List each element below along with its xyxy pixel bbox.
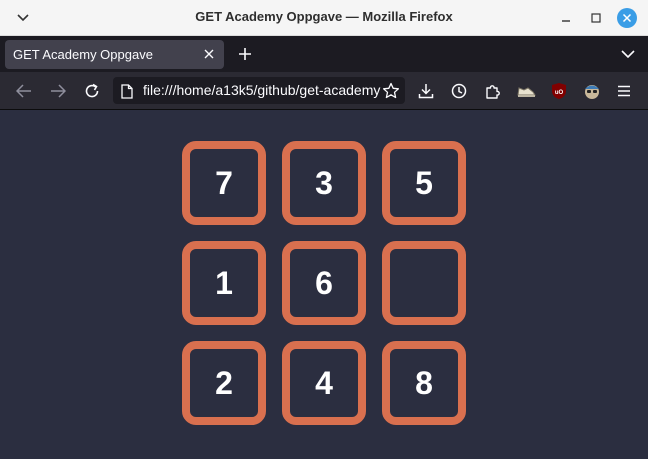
tab-get-academy-oppgave[interactable]: GET Academy Oppgave: [5, 40, 224, 69]
bookmark-star-icon[interactable]: [381, 81, 401, 101]
puzzle-tile[interactable]: 7: [182, 141, 266, 225]
tab-title: GET Academy Oppgave: [13, 47, 153, 62]
downloads-icon[interactable]: [416, 81, 436, 101]
back-arrow-icon[interactable]: [14, 81, 34, 101]
puzzle-tile-empty[interactable]: [382, 241, 466, 325]
tab-bar: GET Academy Oppgave: [0, 36, 648, 72]
ublock-origin-icon[interactable]: uO: [549, 81, 569, 101]
page-icon: [120, 83, 134, 99]
puzzle-tile[interactable]: 8: [382, 341, 466, 425]
hamburger-menu-icon[interactable]: [614, 81, 634, 101]
history-clock-icon[interactable]: [449, 81, 469, 101]
minimize-button[interactable]: [556, 8, 576, 28]
puzzle-tile[interactable]: 4: [282, 341, 366, 425]
maximize-button[interactable]: [586, 8, 606, 28]
extensions-puzzle-icon[interactable]: [483, 81, 503, 101]
sneaker-extension-icon[interactable]: [516, 81, 536, 101]
new-tab-plus-icon[interactable]: [235, 44, 255, 64]
puzzle-tile[interactable]: 1: [182, 241, 266, 325]
url-bar[interactable]: file:///home/a13k5/github/get-academy-op…: [113, 77, 405, 104]
puzzle-tile[interactable]: 5: [382, 141, 466, 225]
puzzle-tile[interactable]: 6: [282, 241, 366, 325]
forward-arrow-icon[interactable]: [48, 81, 68, 101]
tab-close-icon[interactable]: [202, 47, 216, 61]
page-content: 7 3 5 1 6 2 4 8: [0, 110, 648, 459]
puzzle-tile[interactable]: 2: [182, 341, 266, 425]
url-text[interactable]: file:///home/a13k5/github/get-academy-op…: [143, 82, 381, 98]
puzzle-grid: 7 3 5 1 6 2 4 8: [182, 141, 466, 425]
navigation-toolbar: file:///home/a13k5/github/get-academy-op…: [0, 72, 648, 110]
close-window-button[interactable]: [617, 8, 637, 28]
window-titlebar: GET Academy Oppgave — Mozilla Firefox: [0, 0, 648, 36]
puzzle-tile[interactable]: 3: [282, 141, 366, 225]
profile-avatar-icon[interactable]: [582, 81, 602, 101]
svg-text:uO: uO: [555, 90, 564, 96]
list-all-tabs-chevron-icon[interactable]: [618, 44, 638, 64]
window-title: GET Academy Oppgave — Mozilla Firefox: [195, 9, 453, 24]
reload-icon[interactable]: [82, 81, 102, 101]
